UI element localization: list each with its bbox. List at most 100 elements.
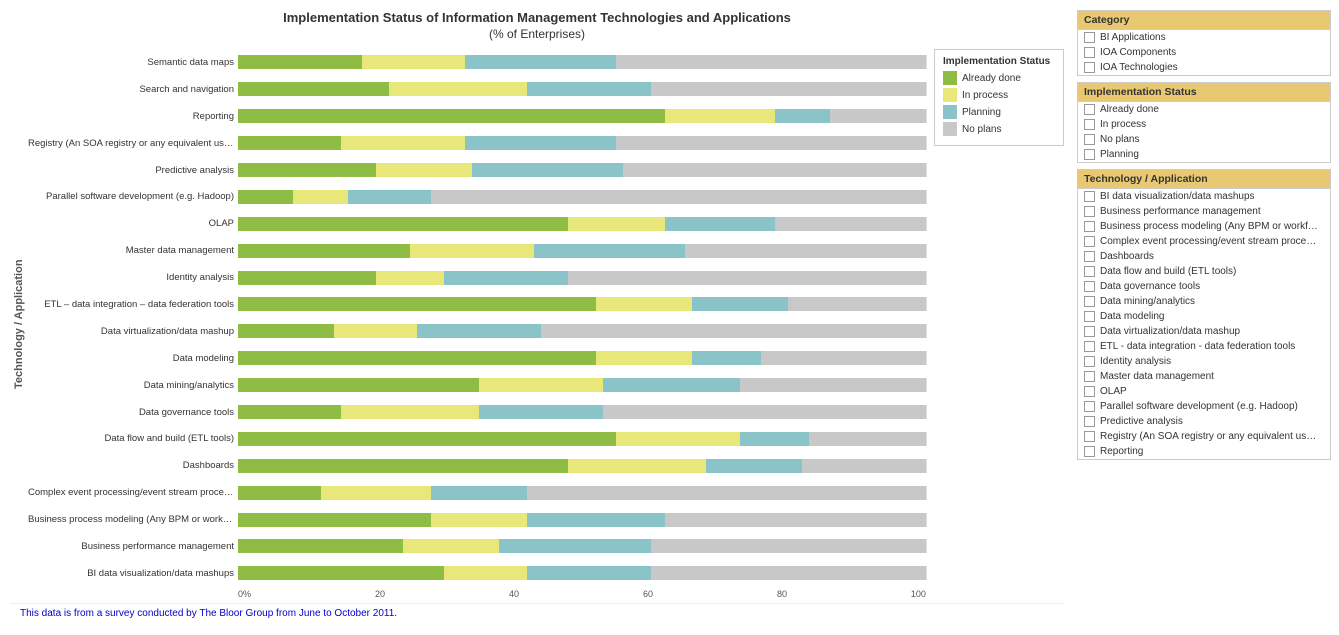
category-checkbox[interactable] <box>1084 32 1095 43</box>
bar-track <box>238 55 926 69</box>
segment-no-plans <box>685 244 926 258</box>
bar-track-wrapper <box>238 432 926 446</box>
tech-app-item[interactable]: Dashboards <box>1078 249 1330 264</box>
tech-app-item[interactable]: Master data management <box>1078 369 1330 384</box>
tech-app-checkbox[interactable] <box>1084 206 1095 217</box>
impl-status-label: Already done <box>1100 104 1159 115</box>
tech-app-checkbox[interactable] <box>1084 431 1095 442</box>
segment-already-done <box>238 136 341 150</box>
tech-app-item[interactable]: Data mining/analytics <box>1078 294 1330 309</box>
tech-app-checkbox[interactable] <box>1084 251 1095 262</box>
segment-no-plans <box>665 513 926 527</box>
tech-app-checkbox[interactable] <box>1084 221 1095 232</box>
tech-app-checkbox[interactable] <box>1084 236 1095 247</box>
impl-status-item[interactable]: Already done <box>1078 102 1330 117</box>
bar-track <box>238 271 926 285</box>
tech-app-item[interactable]: Identity analysis <box>1078 354 1330 369</box>
segment-no-plans <box>775 217 926 231</box>
category-checkbox[interactable] <box>1084 62 1095 73</box>
category-item[interactable]: IOA Components <box>1078 45 1330 60</box>
segment-already-done <box>238 55 362 69</box>
tech-app-item[interactable]: Registry (An SOA registry or any equival… <box>1078 429 1330 444</box>
segment-no-plans <box>761 351 926 365</box>
legend-color-in-process <box>943 88 957 102</box>
tech-app-item[interactable]: BI data visualization/data mashups <box>1078 189 1330 204</box>
legend-color-no-plans <box>943 122 957 136</box>
tech-app-checkbox[interactable] <box>1084 266 1095 277</box>
impl-status-checkbox[interactable] <box>1084 119 1095 130</box>
impl-status-item[interactable]: No plans <box>1078 132 1330 147</box>
impl-status-item[interactable]: In process <box>1078 117 1330 132</box>
tech-app-item[interactable]: Data modeling <box>1078 309 1330 324</box>
bar-row: Master data management <box>28 240 926 262</box>
tech-app-checkbox[interactable] <box>1084 311 1095 322</box>
segment-planning <box>534 244 685 258</box>
bar-label: OLAP <box>28 218 238 229</box>
x-axis-tick: 40 <box>509 589 519 599</box>
bar-track <box>238 190 926 204</box>
segment-already-done <box>238 190 293 204</box>
impl-status-label: No plans <box>1100 134 1139 145</box>
category-item[interactable]: IOA Technologies <box>1078 60 1330 75</box>
impl-status-checkbox[interactable] <box>1084 149 1095 160</box>
segment-in-process <box>568 217 664 231</box>
tech-app-checkbox[interactable] <box>1084 416 1095 427</box>
footer: This data is from a survey conducted by … <box>10 603 1064 623</box>
right-panel: Category BI ApplicationsIOA ComponentsIO… <box>1069 0 1339 635</box>
segment-in-process <box>293 190 348 204</box>
tech-app-checkbox[interactable] <box>1084 296 1095 307</box>
segment-no-plans <box>431 190 926 204</box>
tech-app-item[interactable]: Complex event processing/event stream pr… <box>1078 234 1330 249</box>
segment-planning <box>527 513 665 527</box>
tech-app-label: Data governance tools <box>1100 281 1200 292</box>
bar-track-wrapper <box>238 163 926 177</box>
tech-app-checkbox[interactable] <box>1084 386 1095 397</box>
tech-app-item[interactable]: ETL - data integration - data federation… <box>1078 339 1330 354</box>
tech-app-item[interactable]: Data flow and build (ETL tools) <box>1078 264 1330 279</box>
segment-in-process <box>321 486 431 500</box>
tech-app-checkbox[interactable] <box>1084 191 1095 202</box>
segment-in-process <box>479 378 603 392</box>
tech-app-item[interactable]: Data governance tools <box>1078 279 1330 294</box>
bar-track-wrapper <box>238 297 926 311</box>
tech-app-checkbox[interactable] <box>1084 281 1095 292</box>
category-item[interactable]: BI Applications <box>1078 30 1330 45</box>
impl-status-item[interactable]: Planning <box>1078 147 1330 162</box>
tech-app-item[interactable]: Reporting <box>1078 444 1330 459</box>
bar-label: Master data management <box>28 245 238 256</box>
segment-planning <box>527 566 651 580</box>
impl-status-checkbox[interactable] <box>1084 104 1095 115</box>
impl-status-checkbox[interactable] <box>1084 134 1095 145</box>
segment-no-plans <box>802 459 926 473</box>
x-axis-tick: 20 <box>375 589 385 599</box>
bar-track <box>238 136 926 150</box>
bar-track <box>238 82 926 96</box>
tech-app-item[interactable]: OLAP <box>1078 384 1330 399</box>
tech-app-item[interactable]: Parallel software development (e.g. Hado… <box>1078 399 1330 414</box>
tech-app-checkbox[interactable] <box>1084 371 1095 382</box>
bar-row: Dashboards <box>28 455 926 477</box>
tech-app-checkbox[interactable] <box>1084 401 1095 412</box>
bar-row: Predictive analysis <box>28 159 926 181</box>
segment-planning <box>692 351 761 365</box>
tech-app-item[interactable]: Business process modeling (Any BPM or wo… <box>1078 219 1330 234</box>
legend-color-already-done <box>943 71 957 85</box>
segment-already-done <box>238 297 596 311</box>
segment-no-plans <box>809 432 926 446</box>
tech-app-item[interactable]: Data virtualization/data mashup <box>1078 324 1330 339</box>
tech-app-checkbox[interactable] <box>1084 326 1095 337</box>
tech-app-item[interactable]: Predictive analysis <box>1078 414 1330 429</box>
bar-label: Registry (An SOA registry or any equival… <box>28 138 238 149</box>
tech-app-checkbox[interactable] <box>1084 446 1095 457</box>
segment-in-process <box>665 109 775 123</box>
bar-track-wrapper <box>238 486 926 500</box>
x-axis-tick: 0% <box>238 589 251 599</box>
tech-app-checkbox[interactable] <box>1084 341 1095 352</box>
segment-no-plans <box>616 136 926 150</box>
segment-in-process <box>410 244 534 258</box>
bar-track-wrapper <box>238 459 926 473</box>
tech-app-item[interactable]: Business performance management <box>1078 204 1330 219</box>
category-checkbox[interactable] <box>1084 47 1095 58</box>
tech-app-checkbox[interactable] <box>1084 356 1095 367</box>
tech-app-label: Identity analysis <box>1100 356 1171 367</box>
